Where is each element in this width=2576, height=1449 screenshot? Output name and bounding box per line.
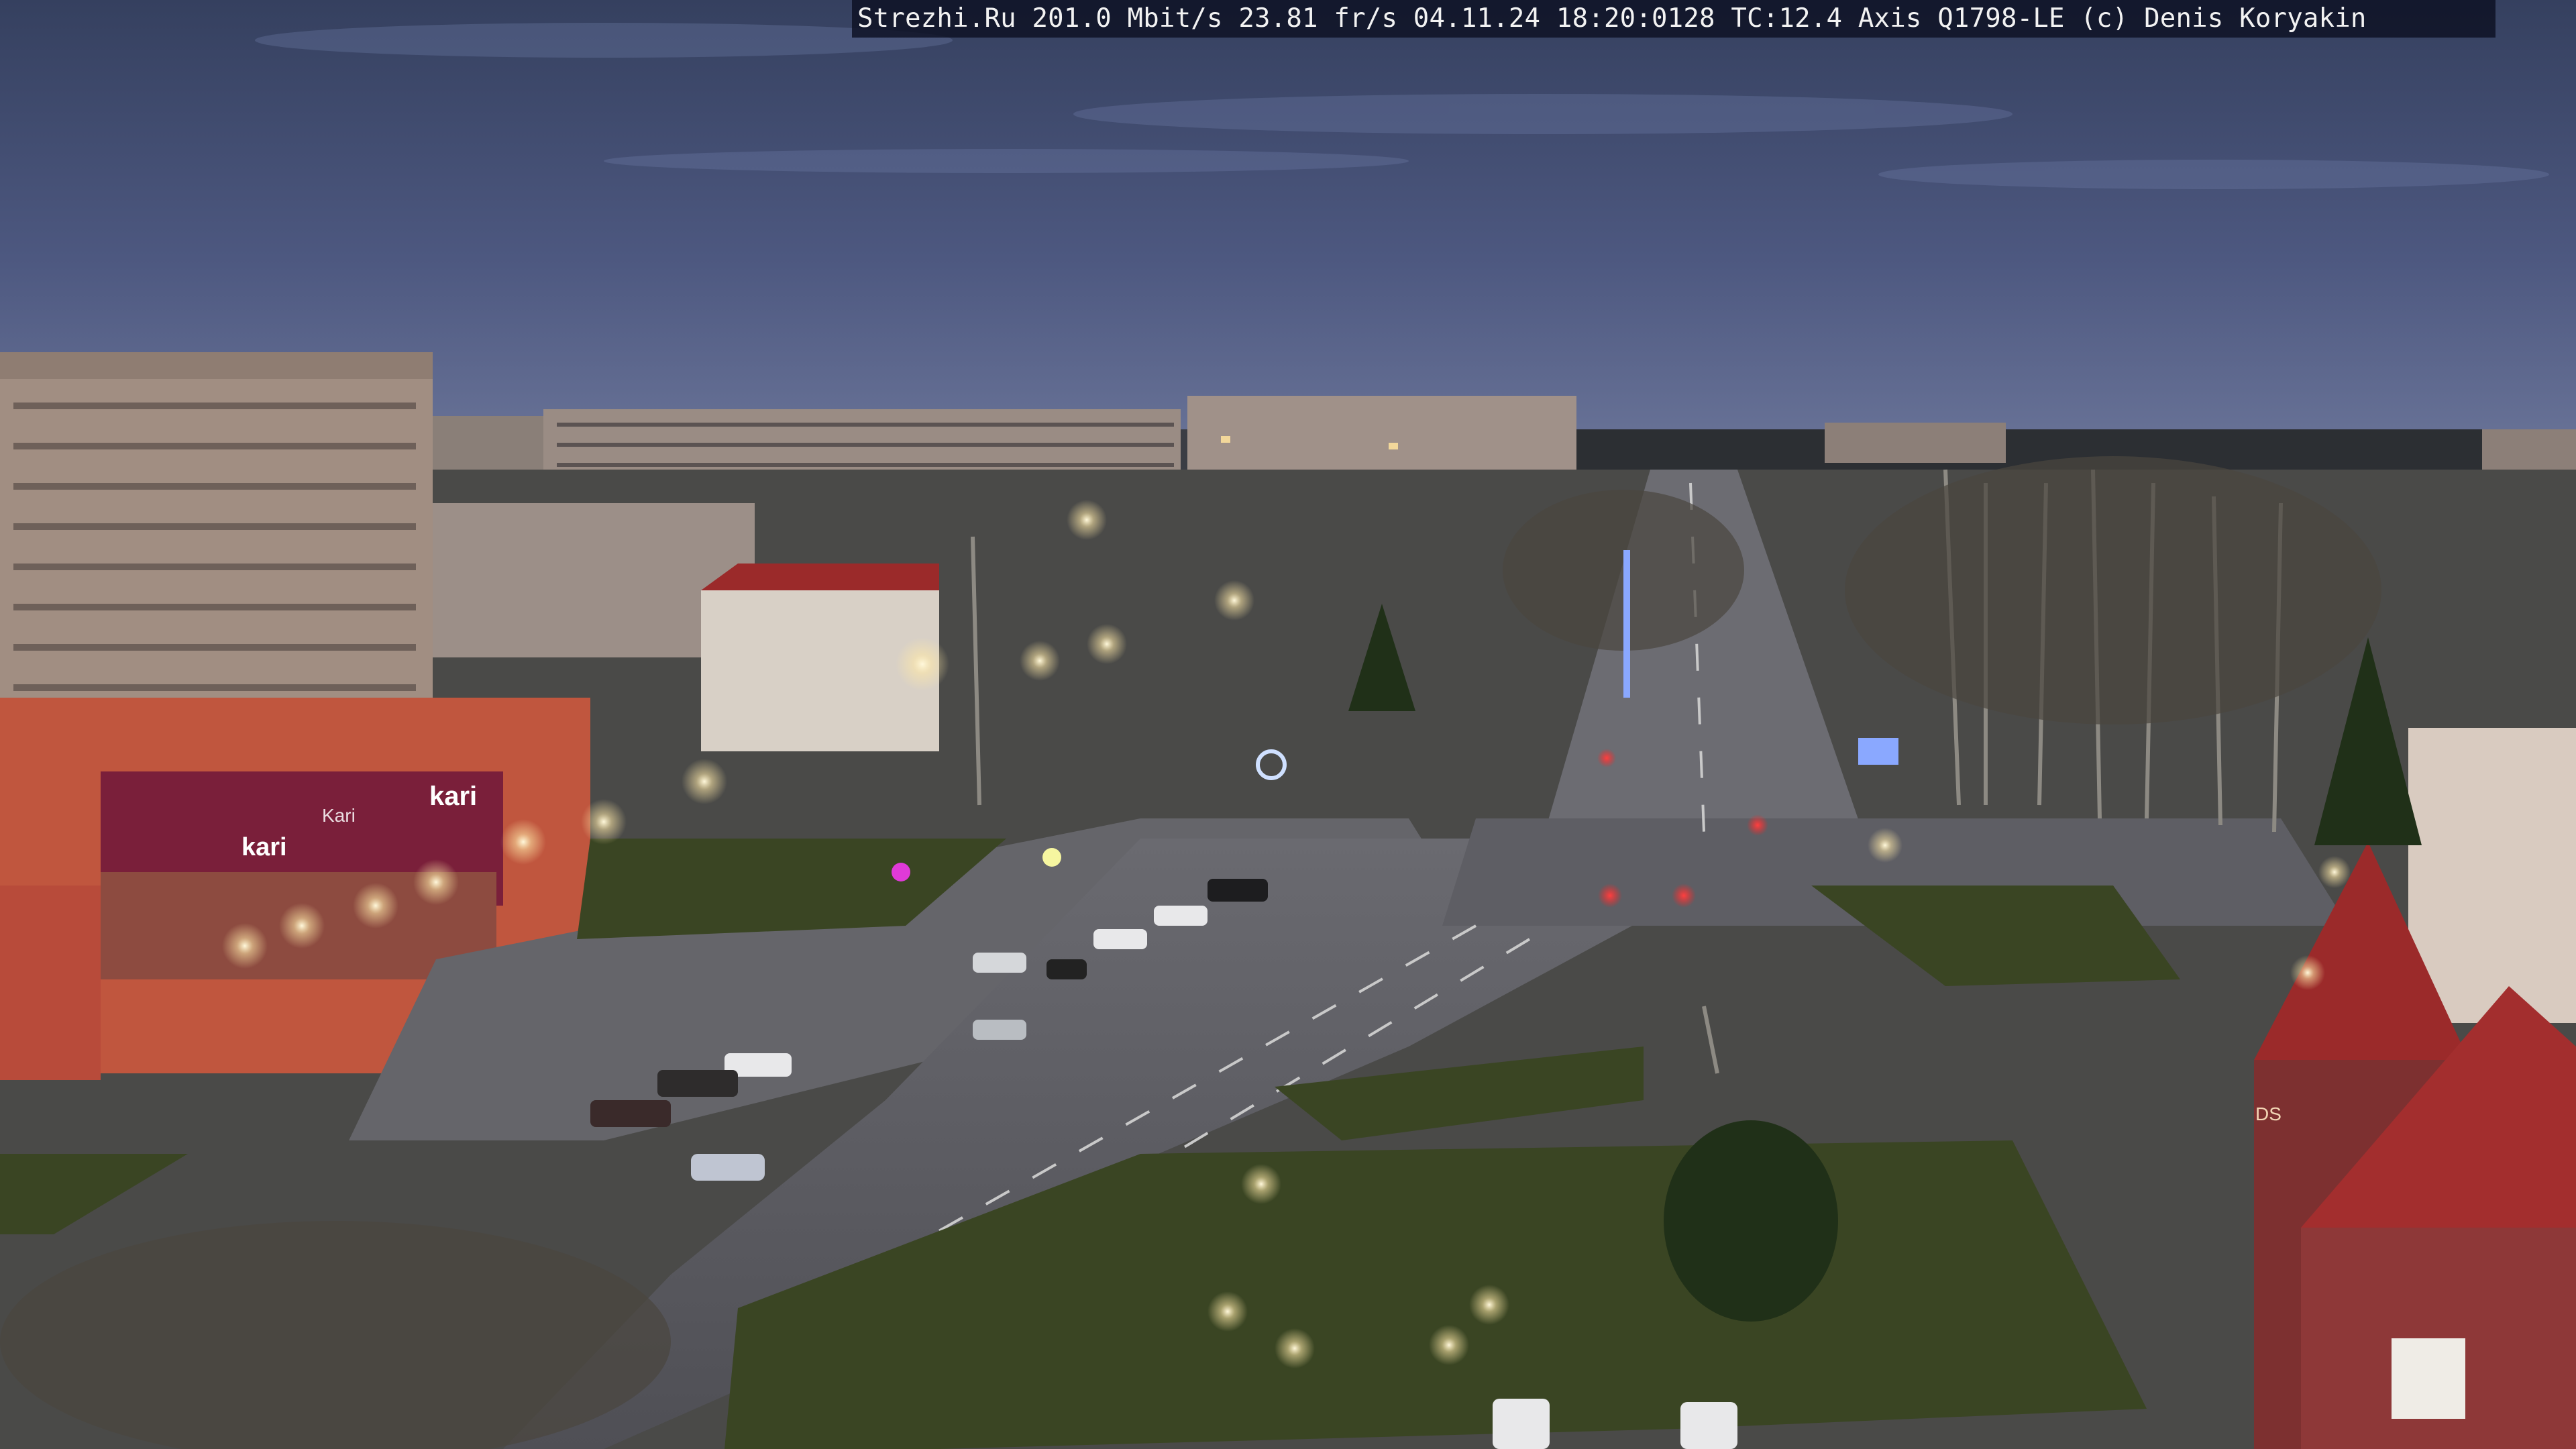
camera-info-overlay: Strezhi.Ru 201.0 Mbit/s 23.81 fr/s 04.11… bbox=[852, 0, 2496, 38]
overlay-text: Strezhi.Ru 201.0 Mbit/s 23.81 fr/s 04.11… bbox=[857, 3, 2367, 34]
store-sign-top: kari bbox=[429, 782, 477, 811]
building-sign: DS bbox=[2255, 1104, 2282, 1124]
camera-scene: kari kari Kari DS bbox=[0, 0, 2576, 1449]
store-sign-left: Kari bbox=[322, 805, 356, 826]
moving-car bbox=[691, 1154, 765, 1181]
store-sign-mid: kari bbox=[241, 833, 287, 861]
